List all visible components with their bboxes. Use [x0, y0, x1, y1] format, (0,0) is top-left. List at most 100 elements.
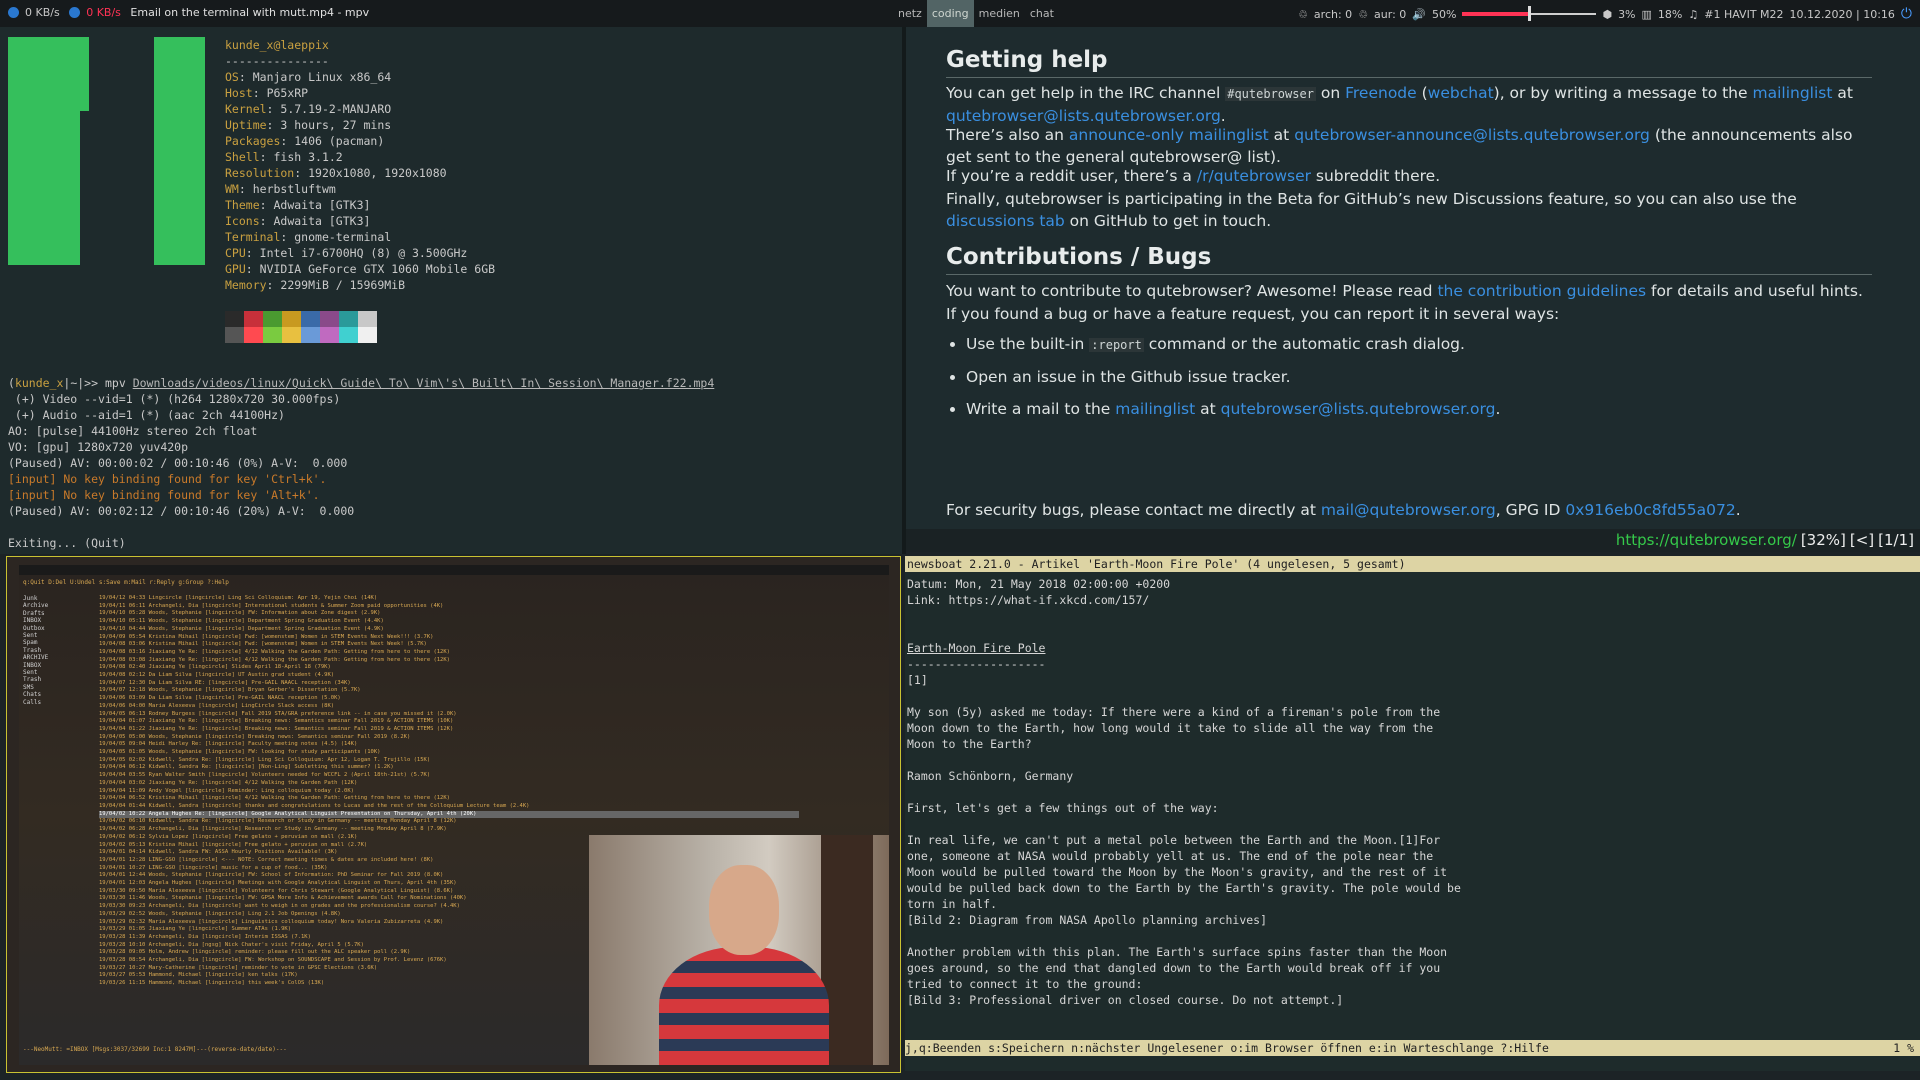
- exit-message: Exiting... (Quit): [8, 536, 126, 550]
- neofetch-key: Terminal: [225, 230, 281, 244]
- article-link[interactable]: Link: https://what-if.xkcd.com/157/: [907, 593, 1149, 607]
- memory-icon: ▥: [1641, 7, 1652, 21]
- article-para-1: My son (5y) asked me today: If there wer…: [907, 705, 1441, 751]
- mailbox-item: Sent: [23, 632, 38, 640]
- neofetch-line: Kernel: 5.7.19-2-MANJARO: [225, 102, 392, 116]
- neofetch-value: fish 3.1.2: [273, 150, 343, 164]
- aur-updates: aur: 0: [1374, 7, 1407, 21]
- mail-row: 19/04/05 01:05 Woods, Stephanie [lingcir…: [99, 749, 381, 756]
- color-swatch: [282, 311, 301, 327]
- mailbox-item: Sent: [23, 669, 38, 677]
- neofetch-value: NVIDIA GeForce GTX 1060 Mobile 6GB: [259, 262, 496, 276]
- newsboat-titlebar: newsboat 2.21.0 - Artikel 'Earth-Moon Fi…: [905, 556, 1920, 572]
- link[interactable]: qutebrowser-announce@lists.qutebrowser.o…: [1294, 126, 1650, 144]
- mailbox-item: INBOX: [23, 617, 42, 625]
- link[interactable]: mailinglist: [1752, 84, 1832, 102]
- volume-fill: [1462, 12, 1530, 16]
- article-ref[interactable]: [1]: [907, 673, 928, 687]
- heading-contributions: Contributions / Bugs: [946, 246, 1872, 275]
- command-name: mpv: [104, 376, 126, 390]
- cpu-usage: 3%: [1618, 7, 1636, 21]
- qutebrowser-window[interactable]: Getting help You can get help in the IRC…: [906, 27, 1920, 552]
- neofetch-value: herbstluftwm: [252, 182, 336, 196]
- mailbox-item: SMS: [23, 683, 34, 691]
- neofetch-key: GPU: [225, 262, 246, 276]
- neofetch-line: Memory: 2299MiB / 15969MiB: [225, 278, 406, 292]
- mailbox-item: Calls: [23, 698, 42, 706]
- link[interactable]: webchat: [1428, 84, 1494, 102]
- neofetch-key: Uptime: [225, 118, 267, 132]
- download-icon: [8, 7, 19, 18]
- neofetch-info: kunde_x@laeppix --------------- OS: Manj…: [225, 37, 495, 293]
- mail-row: 19/04/07 12:30 Da Liam Silva RE: [lingci…: [99, 679, 351, 686]
- para-security: For security bugs, please contact me dir…: [946, 501, 1741, 519]
- link[interactable]: Freenode: [1345, 84, 1417, 102]
- speaker-icon: 🔊: [1412, 7, 1426, 21]
- link[interactable]: announce-only mailinglist: [1069, 126, 1269, 144]
- power-icon[interactable]: ⏻: [1901, 6, 1912, 22]
- manjaro-logo: [8, 37, 205, 265]
- color-swatch: [263, 327, 282, 343]
- link[interactable]: qutebrowser@lists.qutebrowser.org: [1221, 400, 1496, 418]
- neofetch-key: Memory: [225, 278, 267, 292]
- mailbox-item: Trash: [23, 676, 42, 684]
- mpv-video-window[interactable]: q:Quit D:Del U:Undel s:Save m:Mail r:Rep…: [6, 556, 901, 1073]
- mail-row: 19/04/12 04:33 Lingcircle [lingcircle] L…: [99, 595, 378, 601]
- tag-netz[interactable]: netz: [893, 0, 927, 27]
- article-image-3: [Bild 3: Professional driver on closed c…: [907, 993, 1344, 1007]
- prompt-path: |~|>: [63, 376, 92, 390]
- neofetch-value: 1920x1080, 1920x1080: [308, 166, 447, 180]
- newsboat-window[interactable]: newsboat 2.21.0 - Artikel 'Earth-Moon Fi…: [905, 556, 1920, 1071]
- mail-row: 19/04/04 11:09 Andy Vogel [lingcircle] R…: [99, 787, 354, 794]
- status-url[interactable]: https://qutebrowser.org/: [1616, 531, 1797, 549]
- webcam-person-shirt: [659, 947, 829, 1065]
- upload-icon: [69, 7, 81, 18]
- mail-row: 19/04/08 03:06 Kristina Mihail [lingcirc…: [99, 641, 427, 648]
- list-item: Use the built-in :report command or the …: [966, 333, 1500, 356]
- article-title-underline: --------------------: [907, 657, 1046, 671]
- neofetch-line: GPU: NVIDIA GeForce GTX 1060 Mobile 6GB: [225, 262, 496, 276]
- neofetch-value: P65xRP: [266, 86, 309, 100]
- audio-device: #1 HAVIT M22: [1704, 7, 1784, 21]
- link[interactable]: mail@qutebrowser.org: [1321, 501, 1496, 519]
- link[interactable]: 0x916eb0c8fd55a072: [1565, 501, 1735, 519]
- memory-usage: 18%: [1657, 7, 1683, 21]
- link[interactable]: discussions tab: [946, 212, 1065, 230]
- color-swatch: [225, 327, 244, 343]
- arch-updates-icon: ♲: [1298, 7, 1308, 21]
- neofetch-key: Packages: [225, 134, 281, 148]
- status-history: [<]: [1849, 531, 1875, 549]
- volume-knob[interactable]: [1528, 6, 1532, 21]
- neofetch-key: Icons: [225, 214, 260, 228]
- upload-rate: 0 KB/s: [86, 6, 121, 19]
- neofetch-line: Terminal: gnome-terminal: [225, 230, 392, 244]
- tag-medien[interactable]: medien: [974, 0, 1025, 27]
- terminal-window[interactable]: kunde_x@laeppix --------------- OS: Manj…: [0, 27, 902, 554]
- mail-row: 19/04/08 03:16 Jiaxiang Ye Re: [lingcirc…: [99, 648, 450, 655]
- neofetch-line: Theme: Adwaita [GTK3]: [225, 198, 371, 212]
- volume-slider[interactable]: [1462, 6, 1597, 21]
- download-rate: 0 KB/s: [25, 6, 60, 19]
- mail-row: 19/04/05 05:00 Woods, Stephanie [lingcir…: [99, 733, 411, 740]
- mail-row: 19/04/08 02:40 Jiaxiang Ye [lingcircle] …: [99, 664, 331, 671]
- link[interactable]: qutebrowser@lists.qutebrowser.org: [946, 107, 1221, 125]
- status-percent: [32%]: [1800, 531, 1846, 549]
- neofetch-value: 3 hours, 27 mins: [280, 118, 392, 132]
- link[interactable]: the contribution guidelines: [1437, 282, 1646, 300]
- mail-row: 19/04/06 04:00 Maria Alexeeva [lingcircl…: [99, 702, 335, 709]
- mail-row: 19/04/10 05:28 Woods, Stephanie [lingcir…: [99, 610, 381, 617]
- neofetch-key: Kernel: [225, 102, 267, 116]
- mutt-status-line: ---NeoMutt: =INBOX [Msgs:3037/32699 Inc:…: [23, 1046, 287, 1053]
- mailbox-item: Trash: [23, 646, 42, 654]
- neofetch-key: CPU: [225, 246, 246, 260]
- link[interactable]: /r/qutebrowser: [1197, 167, 1311, 185]
- link[interactable]: mailinglist: [1115, 400, 1195, 418]
- neofetch-key: Resolution: [225, 166, 295, 180]
- tag-chat[interactable]: chat: [1025, 0, 1059, 27]
- volume-percent: 50%: [1432, 7, 1457, 21]
- tag-coding[interactable]: coding: [926, 0, 974, 27]
- list-item: Open an issue in the Github issue tracke…: [966, 366, 1500, 388]
- neofetch-value: 5.7.19-2-MANJARO: [280, 102, 392, 116]
- neofetch-line: Resolution: 1920x1080, 1920x1080: [225, 166, 447, 180]
- mpv-output: (kunde_x|~|>> mpv Downloads/videos/linux…: [8, 376, 715, 550]
